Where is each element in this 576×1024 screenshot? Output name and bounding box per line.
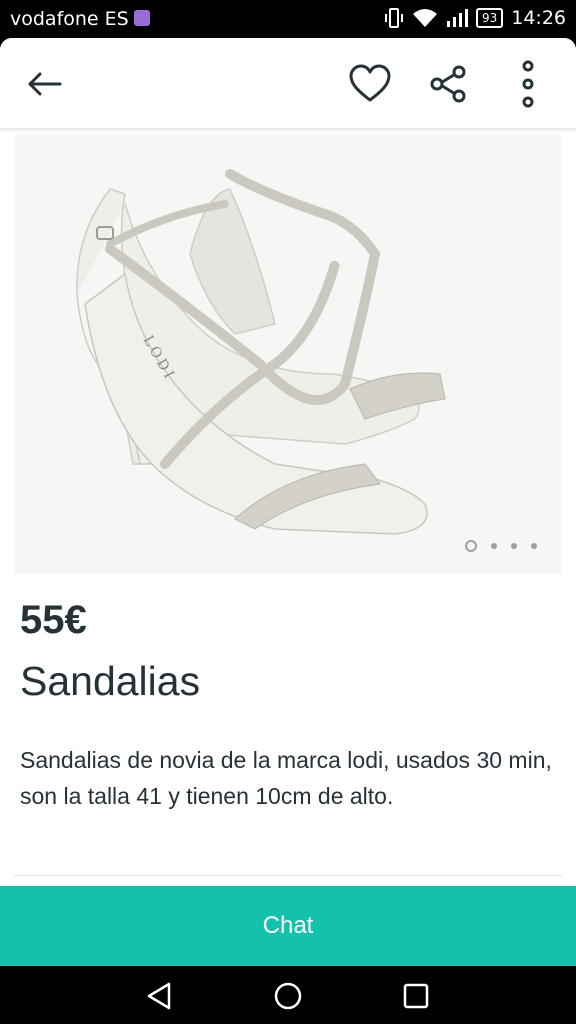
gallery-pagination	[465, 540, 537, 552]
pagination-dot[interactable]	[531, 543, 537, 549]
product-screen: LODI 55€ Sandalias Sandalias de novia de…	[0, 38, 576, 966]
nav-home-button[interactable]	[270, 978, 306, 1014]
nav-home-icon	[274, 982, 302, 1010]
product-image: LODI	[76, 169, 446, 535]
clock: 14:26	[511, 7, 566, 29]
pagination-dot[interactable]	[511, 543, 517, 549]
system-nav-bar	[0, 966, 576, 1024]
product-description: Sandalias de novia de la marca lodi, usa…	[20, 747, 552, 809]
share-button[interactable]	[424, 60, 472, 108]
nav-back-icon	[147, 982, 171, 1010]
pagination-dot-active[interactable]	[465, 540, 477, 552]
battery-icon: 93	[475, 8, 504, 28]
divider	[14, 875, 562, 876]
status-icons: 93 14:26	[384, 7, 566, 29]
more-options-button[interactable]	[504, 60, 552, 108]
product-title: Sandalias	[20, 658, 201, 704]
message-icon	[134, 10, 150, 26]
product-image-gallery[interactable]: LODI	[15, 134, 561, 574]
nav-recent-button[interactable]	[398, 978, 434, 1014]
wifi-icon	[412, 9, 437, 27]
pagination-dot[interactable]	[491, 543, 497, 549]
toolbar	[0, 38, 576, 128]
signal-icon	[446, 9, 468, 27]
carrier-name: vodafone ES	[10, 8, 129, 30]
nav-recent-icon	[403, 983, 429, 1009]
back-button[interactable]	[20, 60, 68, 108]
heart-icon	[349, 64, 391, 102]
nav-back-button[interactable]	[142, 978, 178, 1014]
favorite-button[interactable]	[346, 60, 394, 108]
back-arrow-icon	[28, 72, 62, 96]
product-price: 55€	[20, 598, 87, 642]
more-vertical-icon	[522, 60, 534, 108]
vibrate-icon	[384, 8, 403, 28]
chat-button[interactable]: Chat	[0, 886, 576, 966]
share-icon	[430, 65, 466, 103]
status-bar: vodafone ES 93 14:26	[0, 0, 576, 38]
